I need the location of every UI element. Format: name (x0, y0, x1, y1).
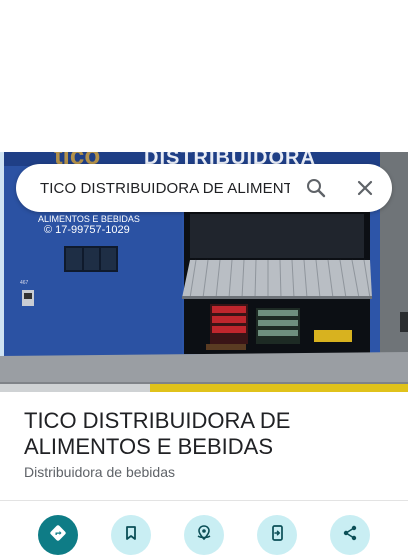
wall-text-1: ALIMENTOS E BEBIDAS (38, 214, 140, 224)
divider (0, 500, 408, 501)
nearby-button[interactable] (184, 515, 224, 555)
search-input[interactable]: TICO DISTRIBUIDORA DE ALIMENTOS E BEBIDA… (40, 180, 290, 197)
place-category[interactable]: Distribuidora de bebidas (24, 464, 175, 480)
place-name: TICO DISTRIBUIDORA DE ALIMENTOS E BEBIDA… (24, 408, 291, 459)
directions-button[interactable] (38, 515, 78, 555)
close-icon[interactable] (353, 176, 377, 200)
search-icon[interactable] (304, 176, 328, 200)
wall-text-2: © 17-99757-1029 (44, 224, 130, 236)
search-bar[interactable]: TICO DISTRIBUIDORA DE ALIMENTOS E BEBIDA… (16, 164, 392, 212)
svg-text:467: 467 (20, 280, 29, 286)
save-button[interactable] (111, 515, 151, 555)
send-to-phone-button[interactable] (257, 515, 297, 555)
share-button[interactable] (330, 515, 370, 555)
